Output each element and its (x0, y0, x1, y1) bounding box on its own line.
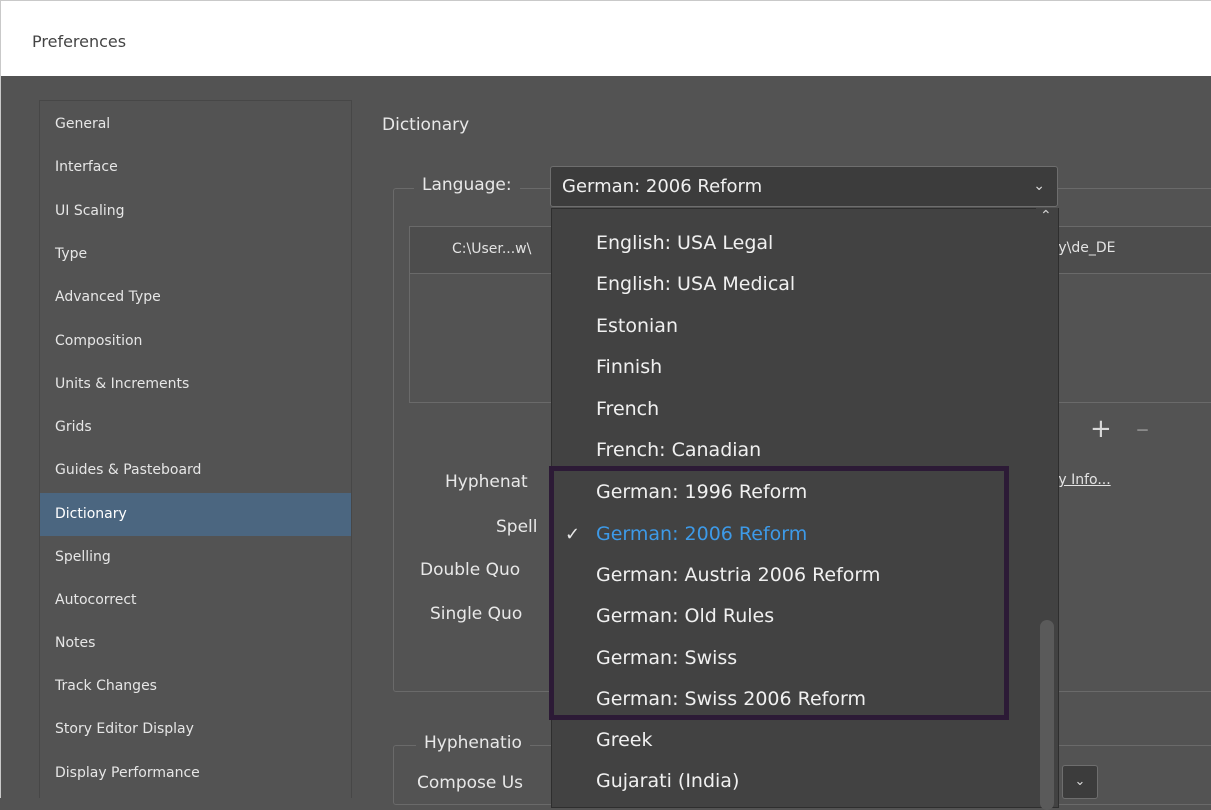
hyphenation-group-label: Hyphenatio (416, 733, 530, 753)
dropdown-item[interactable]: German: Austria 2006 Reform (552, 555, 1040, 596)
hyphenation-label: Hyphenat (445, 472, 528, 492)
sidebar-item-grids[interactable]: Grids (40, 406, 351, 449)
dropdown-item[interactable]: German: Old Rules (552, 596, 1040, 637)
dropdown-item[interactable]: German: 1996 Reform (552, 472, 1040, 513)
sidebar-item-advanced-type[interactable]: Advanced Type (40, 276, 351, 319)
panel-title: Dictionary (382, 115, 470, 135)
sidebar-item-guides-pasteboard[interactable]: Guides & Pasteboard (40, 449, 351, 492)
dropdown-item-selected[interactable]: ✓ German: 2006 Reform (552, 514, 1040, 555)
dictionary-path-start: C:\User...w\ (452, 241, 532, 257)
sidebar-item-units-increments[interactable]: Units & Increments (40, 363, 351, 406)
chevron-down-icon: ⌄ (1033, 178, 1045, 194)
window-title: Preferences (32, 32, 127, 51)
dropdown-item[interactable]: German: Swiss 2006 Reform (552, 679, 1040, 720)
language-label: Language: (414, 175, 520, 195)
preferences-sidebar: General Interface UI Scaling Type Advanc… (39, 100, 352, 798)
sidebar-item-interface[interactable]: Interface (40, 146, 351, 189)
sidebar-item-composition[interactable]: Composition (40, 320, 351, 363)
language-dropdown-list[interactable]: English: USA Legal English: USA Medical … (551, 208, 1059, 808)
scroll-up-icon[interactable]: ⌃ (1040, 208, 1052, 224)
dropdown-item-label: German: 2006 Reform (596, 523, 808, 545)
single-quotes-label: Single Quo (430, 604, 523, 624)
dropdown-item[interactable]: French: Canadian (552, 430, 1040, 471)
sidebar-item-autocorrect[interactable]: Autocorrect (40, 579, 351, 622)
title-bar: Preferences (0, 0, 1211, 76)
sidebar-item-ui-scaling[interactable]: UI Scaling (40, 190, 351, 233)
sidebar-item-spelling[interactable]: Spelling (40, 536, 351, 579)
sidebar-item-track-changes[interactable]: Track Changes (40, 665, 351, 708)
add-dictionary-button[interactable]: + (1090, 414, 1112, 444)
sidebar-item-type[interactable]: Type (40, 233, 351, 276)
spelling-label: Spell (496, 517, 538, 537)
scrollbar-thumb[interactable] (1040, 620, 1054, 810)
dropdown-item[interactable]: Greek (552, 720, 1040, 761)
compose-using-label: Compose Us (417, 773, 524, 793)
dropdown-item[interactable]: Gujarati (India) (552, 761, 1040, 802)
compose-select-chevron-icon[interactable]: ⌄ (1062, 765, 1098, 799)
language-select-value: German: 2006 Reform (562, 176, 763, 197)
double-quotes-label: Double Quo (420, 560, 521, 580)
sidebar-item-display-performance[interactable]: Display Performance (40, 752, 351, 795)
dropdown-item[interactable]: Estonian (552, 306, 1040, 347)
language-select[interactable]: German: 2006 Reform ⌄ (550, 166, 1058, 207)
checkmark-icon: ✓ (565, 524, 581, 545)
sidebar-item-dictionary[interactable]: Dictionary (40, 493, 351, 536)
sidebar-item-story-editor-display[interactable]: Story Editor Display (40, 708, 351, 751)
remove-dictionary-button[interactable]: – (1136, 414, 1149, 444)
sidebar-item-notes[interactable]: Notes (40, 622, 351, 665)
dropdown-item[interactable]: Finnish (552, 347, 1040, 388)
dropdown-item[interactable]: French (552, 389, 1040, 430)
dropdown-item[interactable]: English: USA Medical (552, 264, 1040, 305)
dropdown-item[interactable]: English: USA Legal (552, 223, 1040, 264)
dropdown-item[interactable]: German: Swiss (552, 638, 1040, 679)
sidebar-item-general[interactable]: General (40, 103, 351, 146)
